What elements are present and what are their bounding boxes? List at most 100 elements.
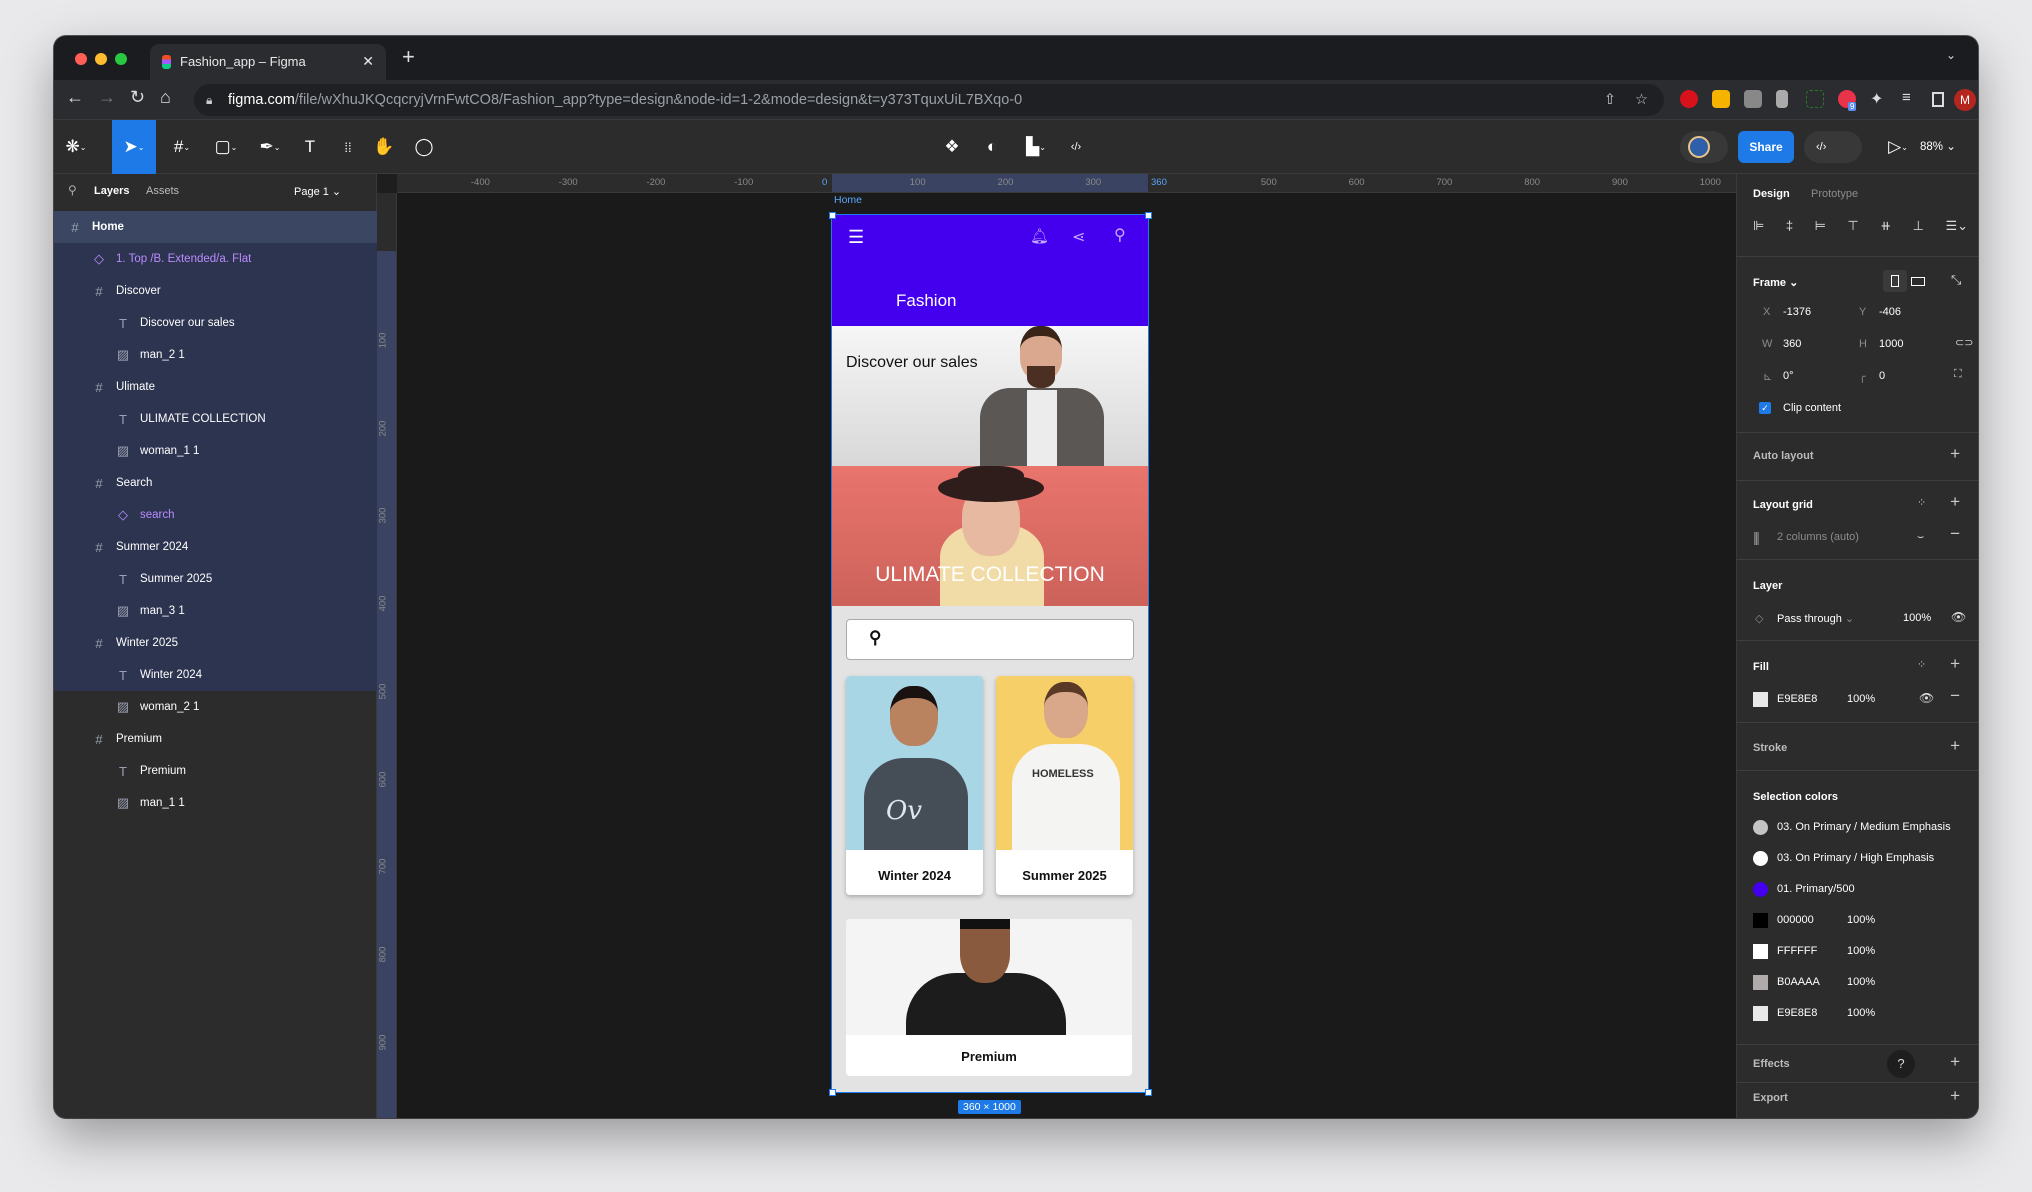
- layer-row[interactable]: # Search: [54, 467, 377, 499]
- add-stroke-icon[interactable]: +: [1950, 736, 1960, 756]
- shape-tool-icon[interactable]: ▢ ⌄: [204, 120, 248, 174]
- add-auto-layout-icon[interactable]: +: [1950, 444, 1960, 464]
- frame-tool-icon[interactable]: # ⌄: [160, 120, 204, 174]
- layer-row[interactable]: # Home: [54, 211, 377, 243]
- help-button[interactable]: ?: [1887, 1050, 1915, 1078]
- style-swatch[interactable]: [1753, 851, 1768, 866]
- tab-search-chevron-icon[interactable]: ⌄: [1946, 48, 1956, 62]
- discover-banner[interactable]: Discover our sales: [832, 326, 1148, 468]
- frame-label[interactable]: Home: [834, 194, 862, 206]
- hand-tool-icon[interactable]: ✋: [362, 120, 406, 174]
- search-icon[interactable]: ⚲: [1114, 225, 1126, 245]
- resize-handle[interactable]: [829, 1089, 836, 1096]
- align-middle-v-icon[interactable]: ⧺: [1880, 218, 1891, 234]
- tab-layers[interactable]: Layers: [94, 185, 129, 197]
- layer-row[interactable]: T Premium: [54, 755, 377, 787]
- vertical-ruler[interactable]: 1002003004005006007008009001000: [377, 193, 397, 1118]
- browser-tab[interactable]: Fashion_app – Figma ✕: [150, 44, 386, 80]
- extensions-puzzle-icon[interactable]: ✦: [1870, 89, 1883, 109]
- align-top-icon[interactable]: ⊤: [1847, 218, 1858, 234]
- maximize-window-button[interactable]: [115, 53, 127, 65]
- constrain-proportions-icon[interactable]: ⊂⊃: [1955, 336, 1973, 349]
- color-swatch[interactable]: [1753, 975, 1768, 990]
- search-layers-icon[interactable]: ⚲: [68, 183, 77, 197]
- search-field[interactable]: ⚲: [846, 619, 1134, 660]
- layer-row[interactable]: ◇ search: [54, 499, 377, 531]
- bookmark-star-icon[interactable]: ☆: [1635, 84, 1648, 116]
- add-export-icon[interactable]: +: [1950, 1086, 1960, 1106]
- remove-layout-grid-icon[interactable]: −: [1950, 524, 1960, 544]
- card-winter-2024[interactable]: Ov Winter 2024: [846, 676, 983, 895]
- extension-adblock-icon[interactable]: [1680, 90, 1698, 108]
- hidden-eye-icon[interactable]: ⌣: [1917, 531, 1924, 544]
- boolean-icon[interactable]: ▙ ⌄: [1014, 120, 1058, 174]
- main-menu-icon[interactable]: ❋ ⌄: [54, 120, 98, 174]
- back-icon[interactable]: ←: [66, 87, 84, 108]
- card-summer-2025[interactable]: HOMELESS Summer 2025: [996, 676, 1133, 895]
- menu-hamburger-icon[interactable]: ☰: [848, 227, 864, 248]
- x-input[interactable]: -1376: [1783, 306, 1811, 318]
- layer-row[interactable]: # Summer 2024: [54, 531, 377, 563]
- color-swatch[interactable]: [1753, 1006, 1768, 1021]
- rotation-input[interactable]: 0°: [1783, 370, 1794, 382]
- layer-row[interactable]: ▨ man_1 1: [54, 787, 377, 819]
- layer-row[interactable]: ◇ 1. Top /B. Extended/a. Flat: [54, 243, 377, 275]
- style-name[interactable]: 03. On Primary / High Emphasis: [1777, 852, 1934, 864]
- dev-mode-toggle[interactable]: ‹/›: [1804, 131, 1862, 163]
- share-button[interactable]: Share: [1738, 131, 1794, 163]
- layer-row[interactable]: # Ulimate: [54, 371, 377, 403]
- layer-row[interactable]: ▨ woman_2 1: [54, 691, 377, 723]
- extension-camera-icon[interactable]: [1744, 90, 1762, 108]
- corner-radius-input[interactable]: 0: [1879, 370, 1885, 382]
- card-premium[interactable]: Premium: [846, 919, 1132, 1076]
- layer-row[interactable]: T Winter 2024: [54, 659, 377, 691]
- color-hex[interactable]: FFFFFF: [1777, 945, 1817, 957]
- page-selector[interactable]: Page 1 ⌄: [294, 185, 341, 198]
- multiplayer-avatar[interactable]: [1680, 131, 1728, 163]
- tab-design[interactable]: Design: [1753, 188, 1790, 200]
- layout-grid-item[interactable]: 2 columns (auto): [1777, 531, 1859, 543]
- resize-handle[interactable]: [1145, 212, 1152, 219]
- style-name[interactable]: 01. Primary/500: [1777, 883, 1855, 895]
- color-swatch[interactable]: [1753, 913, 1768, 928]
- layer-row[interactable]: ▨ man_2 1: [54, 339, 377, 371]
- layer-row[interactable]: T Discover our sales: [54, 307, 377, 339]
- close-window-button[interactable]: [75, 53, 87, 65]
- url-input[interactable]: 🔒︎ figma.com/file/wXhuJKQcqcryjVrnFwtCO8…: [194, 84, 1664, 116]
- reading-list-icon[interactable]: ≡: [1902, 89, 1911, 106]
- contrast-icon[interactable]: ◐: [970, 120, 1014, 174]
- layer-row[interactable]: ▨ man_3 1: [54, 595, 377, 627]
- layer-row[interactable]: T Summer 2025: [54, 563, 377, 595]
- layer-opacity-input[interactable]: 100%: [1903, 612, 1931, 624]
- height-input[interactable]: 1000: [1879, 338, 1903, 350]
- profile-avatar[interactable]: M: [1954, 89, 1976, 111]
- fill-hex-input[interactable]: E9E8E8: [1777, 693, 1817, 705]
- add-effect-icon[interactable]: +: [1950, 1052, 1960, 1072]
- add-layout-grid-icon[interactable]: +: [1950, 492, 1960, 512]
- tab-assets[interactable]: Assets: [146, 185, 179, 197]
- pen-tool-icon[interactable]: ✒ ⌄: [248, 120, 292, 174]
- extension-keep-icon[interactable]: [1712, 90, 1730, 108]
- component-icon[interactable]: ❖: [930, 120, 974, 174]
- present-play-icon[interactable]: ▷ ⌄: [1876, 120, 1920, 174]
- extension-screenshot-icon[interactable]: [1806, 90, 1824, 108]
- frame-section-title[interactable]: Frame ⌄: [1753, 276, 1798, 289]
- layer-row[interactable]: T ULIMATE COLLECTION: [54, 403, 377, 435]
- clip-content-checkbox[interactable]: ✓: [1759, 402, 1771, 414]
- landscape-icon[interactable]: [1911, 277, 1925, 286]
- style-swatch[interactable]: [1753, 882, 1768, 897]
- comment-tool-icon[interactable]: ◯: [402, 120, 446, 174]
- home-icon[interactable]: ⌂: [160, 87, 171, 108]
- fill-opacity-input[interactable]: 100%: [1847, 693, 1875, 705]
- resize-handle[interactable]: [829, 212, 836, 219]
- style-swatch[interactable]: [1753, 820, 1768, 835]
- align-center-h-icon[interactable]: ‡: [1786, 218, 1793, 234]
- move-tool-icon[interactable]: ➤ ⌄: [112, 120, 156, 174]
- share-page-icon[interactable]: ⇧: [1604, 84, 1616, 116]
- layer-row[interactable]: ▨ woman_1 1: [54, 435, 377, 467]
- crop-code-icon[interactable]: ‹/›: [1054, 120, 1098, 174]
- layer-row[interactable]: # Premium: [54, 723, 377, 755]
- layer-row[interactable]: # Winter 2025: [54, 627, 377, 659]
- distribute-icon[interactable]: ☰⌄: [1945, 218, 1968, 234]
- close-tab-icon[interactable]: ✕: [362, 53, 374, 70]
